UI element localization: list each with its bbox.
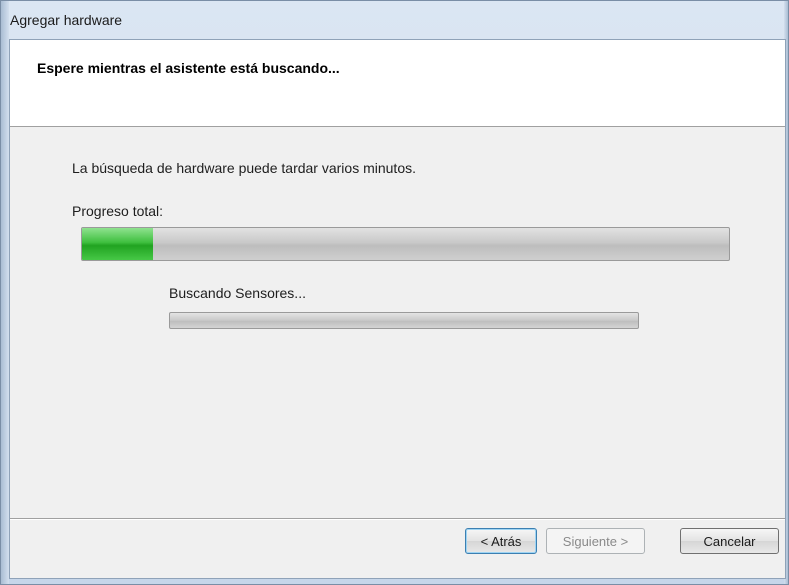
wizard-content: La búsqueda de hardware puede tardar var…	[10, 127, 785, 512]
current-search-label: Buscando Sensores...	[169, 285, 306, 301]
back-button[interactable]: < Atrás	[465, 528, 537, 554]
header-title: Espere mientras el asistente está buscan…	[37, 60, 340, 76]
cancel-button[interactable]: Cancelar	[680, 528, 779, 554]
wizard-header: Espere mientras el asistente está buscan…	[10, 40, 785, 127]
title-bar[interactable]: Agregar hardware	[1, 1, 788, 39]
search-description: La búsqueda de hardware puede tardar var…	[72, 160, 416, 176]
total-progress-label: Progreso total:	[72, 203, 164, 219]
total-progress-bar	[81, 227, 730, 261]
wizard-panel: Espere mientras el asistente está buscan…	[9, 39, 786, 579]
window-title: Agregar hardware	[10, 12, 123, 28]
window-left-border	[1, 1, 9, 584]
footer-divider	[10, 518, 785, 520]
next-button[interactable]: Siguiente >	[546, 528, 645, 554]
add-hardware-window: Agregar hardware Espere mientras el asis…	[0, 0, 789, 585]
current-search-progress-bar	[169, 312, 639, 329]
total-progress-fill	[82, 228, 154, 260]
